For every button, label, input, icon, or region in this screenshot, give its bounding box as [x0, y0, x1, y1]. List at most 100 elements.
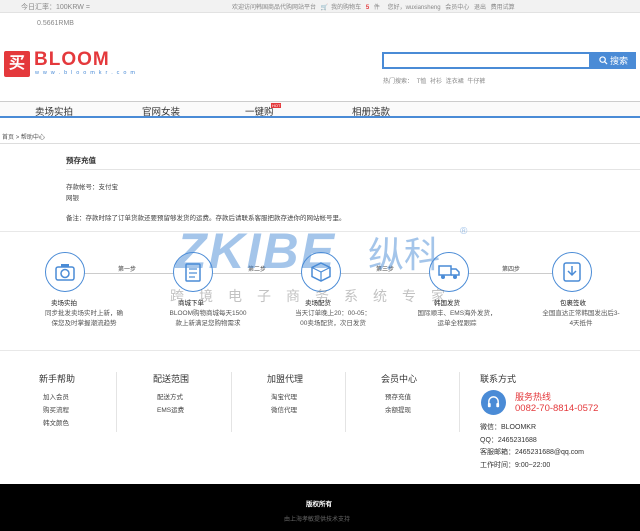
member-center-link[interactable]: 会员中心 — [445, 5, 469, 11]
step-desc: 国际顺丰、EMS海外发货， 运单全程跟踪 — [410, 309, 504, 329]
footer-separator — [116, 372, 117, 432]
footer-heading: 加盟代理 — [267, 374, 304, 384]
note-text: 备注：存款时除了订单货款还要预留够发货的运费。存款后请联系客服把款存进你的网站帐… — [66, 215, 346, 222]
truck-icon — [429, 252, 469, 292]
cart-unit: 件 — [373, 5, 380, 11]
breadcrumb-separator: > — [15, 135, 20, 141]
page-title: 预存充值 — [66, 156, 96, 165]
footer-link[interactable]: 配送方式 — [153, 391, 189, 404]
hot-term[interactable]: 衬衫 — [430, 79, 442, 85]
step-label: 第二步 — [248, 267, 267, 273]
footer-col-agency: 加盟代理 淘宝代理 微信代理 — [267, 372, 303, 417]
footer-separator — [231, 372, 232, 432]
copyright: 版权所有 — [306, 501, 332, 508]
welcome-text: 欢迎访问韩国商品代购网站平台 — [232, 5, 317, 11]
contact-info: 微信：BLOOMKR QQ：2465231688 客服邮箱：2465231688… — [480, 422, 584, 472]
cart-link[interactable]: 🛒 我的购物车 5 件 — [321, 5, 383, 11]
step-desc: BLOOM购物商城每天1500 款上新满足您购物需求 — [158, 309, 258, 329]
top-links: 欢迎访问韩国商品代购网站平台 🛒 我的购物车 5 件 您好，wuxiansheng… — [232, 2, 518, 11]
logo-url: w w w . b l o o m k r . c o m — [35, 70, 137, 76]
step-desc: 全国直达正常韩国发出后3- 4天抵件 — [533, 309, 629, 329]
step-desc-line: 款上新满足您购物需求 — [175, 320, 241, 327]
step-desc-line: 保您及时掌握潮流趋势 — [51, 320, 117, 327]
hot-term[interactable]: 连衣裙 — [446, 79, 464, 85]
footer-heading: 会员中心 — [381, 374, 418, 384]
footer-link[interactable]: 余额提现 — [381, 404, 417, 417]
step-title: 商城下单 — [178, 300, 204, 307]
footer-col-help: 新手帮助 加入会员 购买流程 韩文颜色 — [39, 372, 75, 430]
footer-heading: 配送范围 — [153, 374, 190, 384]
headset-icon — [481, 390, 506, 415]
step-title: 卖场配货 — [305, 300, 331, 307]
nav-item-womens[interactable]: 官网女装 — [142, 104, 180, 118]
step-desc-line: 同步批发卖场实时上新，确 — [45, 310, 123, 317]
wechat-id: 微信：BLOOMKR — [480, 424, 537, 431]
bank-line: 网银 — [66, 195, 79, 202]
title-divider — [66, 169, 640, 170]
search-icon — [599, 56, 608, 65]
breadcrumb-current: 帮助中心 — [20, 135, 45, 141]
step-desc-line: 当天订单晚上20：00-05： — [295, 310, 371, 317]
hotline-number: 0082-70-8814-0572 — [515, 403, 599, 414]
step-desc-line: 国际顺丰、EMS海外发货， — [417, 310, 497, 317]
footer-heading: 联系方式 — [480, 374, 517, 384]
search-button-label: 搜索 — [609, 56, 628, 66]
order-icon — [173, 252, 213, 292]
footer-col-contact: 联系方式 — [480, 372, 516, 391]
footer-link[interactable]: 购买流程 — [39, 404, 75, 417]
work-hours: 工作时间：9:00~22:00 — [480, 461, 551, 469]
top-bar: 今日汇率：100KRW = 欢迎访问韩国商品代购网站平台 🛒 我的购物车 5 件 … — [0, 0, 640, 13]
footer-link[interactable]: 微信代理 — [267, 404, 303, 417]
footer-col-member: 会员中心 预存充值 余额提现 — [381, 372, 417, 417]
footer-col-delivery: 配送范围 配送方式 EMS运费 — [153, 372, 189, 417]
step-desc: 同步批发卖场实时上新，确 保您及时掌握潮流趋势 — [36, 309, 132, 329]
footer-separator — [459, 372, 460, 432]
nav-item-album[interactable]: 相册选款 — [352, 104, 390, 118]
step-desc-line: 4天抵件 — [569, 320, 593, 327]
step-title: 包裹签收 — [560, 300, 586, 307]
breadcrumb-home[interactable]: 首页 — [2, 135, 14, 141]
nav-item-one-click[interactable]: 一键购 — [245, 104, 274, 118]
account-line: 存款帐号：支付宝 — [66, 184, 118, 191]
step-desc-line: 运单全程跟踪 — [437, 320, 477, 327]
search-button[interactable]: 搜索 — [591, 52, 636, 69]
download-icon — [552, 252, 592, 292]
footer-link[interactable]: EMS运费 — [153, 404, 189, 417]
logout-link[interactable]: 退出 — [474, 5, 486, 11]
footer-link[interactable]: 淘宝代理 — [267, 391, 303, 404]
step-label: 第四步 — [502, 267, 521, 273]
tech-support: 由上海孝敏提供技术支持 — [284, 517, 351, 523]
step-title: 卖场实拍 — [51, 300, 77, 307]
footer-link[interactable]: 韩文颜色 — [39, 417, 75, 430]
exchange-rate-value: 0.5661RMB — [37, 20, 74, 27]
user-greeting[interactable]: 您好，wuxiansheng — [388, 5, 441, 11]
cart-icon: 🛒 — [320, 5, 329, 11]
main-nav: 卖场实拍 官网女装 一键购 HOT 相册选款 — [0, 101, 640, 118]
logo-mark[interactable]: 买 — [4, 51, 30, 77]
footer: 版权所有 由上海孝敏提供技术支持 — [0, 484, 640, 531]
footer-separator — [345, 372, 346, 432]
fee-calc-link[interactable]: 费用试算 — [491, 5, 515, 11]
nav-item-live-shots[interactable]: 卖场实拍 — [35, 104, 73, 118]
search-input[interactable] — [382, 52, 591, 69]
step-desc: 当天订单晚上20：00-05： 00卖场配货，次日发货 — [283, 309, 383, 329]
logo-name[interactable]: BLOOM — [34, 49, 110, 71]
step-label: 第一步 — [118, 267, 137, 273]
qq-id: QQ：2465231688 — [480, 436, 537, 444]
step-desc-line: 00卖场配货，次日发货 — [300, 320, 366, 327]
service-email[interactable]: 客服邮箱：2465231688@qq.com — [480, 447, 584, 460]
step-desc-line: BLOOM购物商城每天1500 — [169, 310, 247, 317]
hot-search: 热门搜索： T恤 衬衫 连衣裙 牛仔裤 — [383, 76, 487, 85]
camera-icon — [45, 252, 85, 292]
footer-link[interactable]: 加入会员 — [39, 391, 75, 404]
hot-badge: HOT — [271, 103, 282, 108]
box-icon — [301, 252, 341, 292]
hot-term[interactable]: 牛仔裤 — [467, 79, 485, 85]
divider — [0, 231, 640, 232]
step-desc-line: 全国直达正常韩国发出后3- — [542, 310, 620, 317]
footer-link[interactable]: 预存充值 — [381, 391, 417, 404]
hotline-label: 服务热线 — [515, 392, 552, 402]
step-title: 韩国发货 — [434, 300, 460, 307]
watermark-registered: ® — [460, 226, 468, 237]
hot-term[interactable]: T恤 — [417, 79, 427, 85]
